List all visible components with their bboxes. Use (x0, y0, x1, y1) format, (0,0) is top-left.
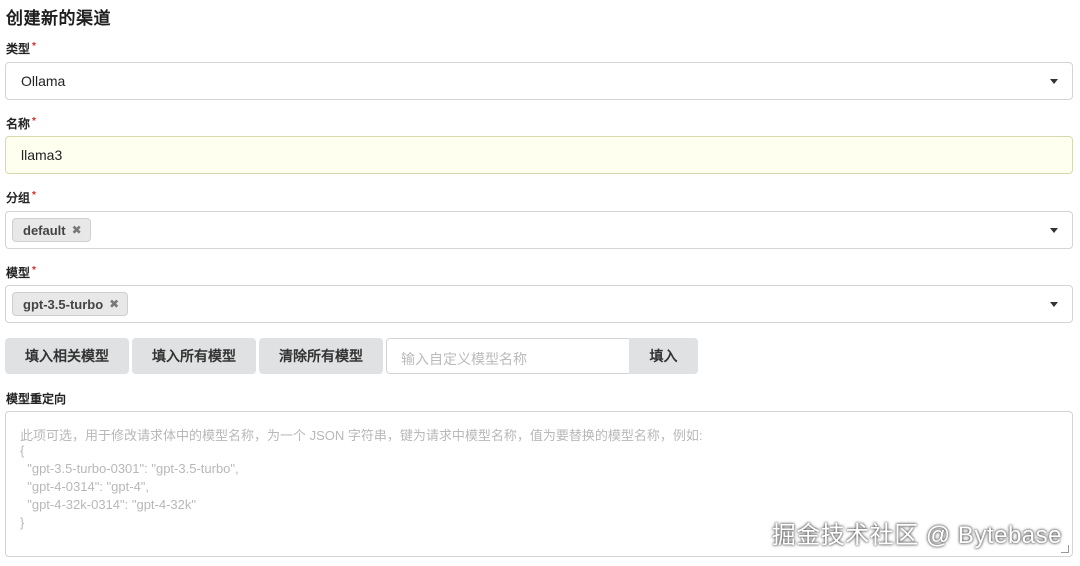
group-multiselect[interactable]: default ✖ (5, 211, 1073, 249)
fill-all-models-button[interactable]: 填入所有模型 (132, 338, 256, 374)
model-chip[interactable]: gpt-3.5-turbo ✖ (12, 292, 129, 316)
dropdown-caret-icon (1050, 228, 1058, 233)
clear-all-models-button[interactable]: 清除所有模型 (259, 338, 383, 374)
type-select-value: Ollama (21, 73, 66, 89)
fill-related-models-button[interactable]: 填入相关模型 (5, 338, 129, 374)
model-label: 模型 * (6, 265, 36, 280)
type-select[interactable]: Ollama (5, 62, 1073, 100)
model-redirect-label: 模型重定向 (6, 392, 67, 406)
remove-icon[interactable]: ✖ (109, 297, 119, 311)
placeholder-line: 此项可选，用于修改请求体中的模型名称，为一个 JSON 字符串，键为请求中模型名… (20, 428, 703, 443)
watermark: 掘金技术社区 @ Bytebase (771, 522, 1062, 549)
type-label: 类型 * (6, 41, 36, 56)
dropdown-caret-icon (1050, 302, 1058, 307)
placeholder-line: "gpt-4-0314": "gpt-4", (20, 479, 150, 494)
placeholder-line: } (20, 515, 25, 530)
group-chip[interactable]: default ✖ (12, 218, 91, 242)
dropdown-caret-icon (1050, 79, 1058, 84)
model-multiselect[interactable]: gpt-3.5-turbo ✖ (5, 285, 1073, 323)
placeholder-line: "gpt-4-32k-0314": "gpt-4-32k" (20, 497, 196, 512)
name-input[interactable]: llama3 (5, 136, 1073, 174)
page-title: 创建新的渠道 (6, 9, 111, 28)
model-chip-label: gpt-3.5-turbo (23, 296, 104, 312)
fill-custom-model-button[interactable]: 填入 (629, 338, 698, 374)
placeholder-line: { (20, 443, 25, 458)
custom-model-input[interactable]: 输入自定义模型名称 填入 (386, 338, 698, 374)
resize-handle-icon[interactable] (1061, 545, 1069, 553)
placeholder-line: "gpt-3.5-turbo-0301": "gpt-3.5-turbo", (20, 461, 239, 476)
name-label: 名称 * (6, 116, 36, 131)
name-input-value: llama3 (21, 147, 63, 163)
custom-model-placeholder: 输入自定义模型名称 (401, 351, 527, 367)
remove-icon[interactable]: ✖ (72, 223, 82, 237)
group-chip-label: default (23, 222, 66, 238)
group-label: 分组 * (6, 190, 36, 205)
